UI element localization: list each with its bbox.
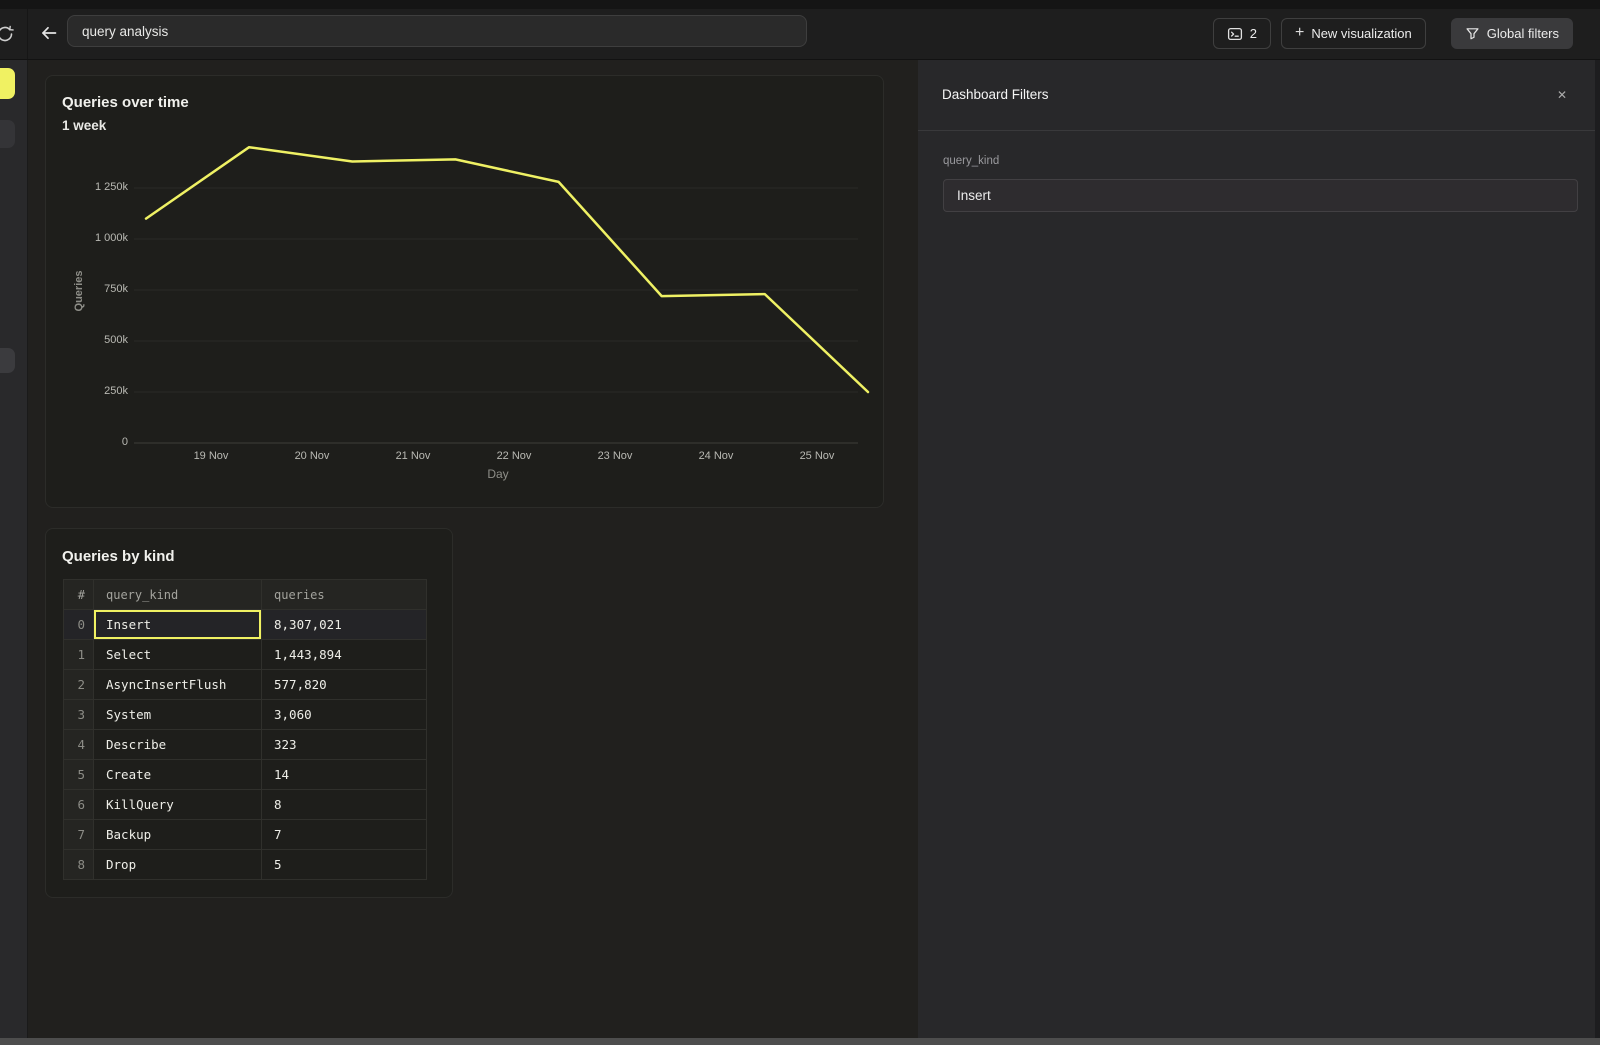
close-icon[interactable]: ✕ [1553,86,1571,104]
chart-gridlines [134,188,858,443]
table-row: 3System3,060 [64,700,427,730]
query-kind-filter-input[interactable] [943,179,1578,212]
row-index-cell: 4 [64,730,94,760]
queries-over-time-card: Queries over time 1 week 1 250k1 000k750… [45,75,884,508]
x-tick-label: 22 Nov [484,450,544,462]
table-row: 8Drop5 [64,850,427,880]
column-header-index: # [64,580,94,610]
queries-count-cell[interactable]: 14 [262,760,427,790]
topbar-actions: 2 + New visualization Global filters [1213,18,1573,49]
new-visualization-label: New visualization [1311,26,1411,41]
console-icon [1227,26,1243,42]
queries-count-cell[interactable]: 1,443,894 [262,640,427,670]
queries-over-time-chart [46,76,883,507]
dashboard-title-input[interactable] [67,15,807,47]
row-index-cell: 0 [64,610,94,640]
sidebar-item[interactable] [0,120,15,148]
table-row: 5Create14 [64,760,427,790]
row-index-cell: 5 [64,760,94,790]
global-filters-button[interactable]: Global filters [1451,18,1573,49]
x-axis-title: Day [468,467,528,481]
new-visualization-button[interactable]: + New visualization [1281,18,1426,49]
queries-count-cell[interactable]: 577,820 [262,670,427,700]
x-tick-label: 24 Nov [686,450,746,462]
row-index-cell: 2 [64,670,94,700]
left-sidebar [0,60,28,1038]
query-kind-cell[interactable]: Drop [94,850,262,880]
window-top-edge [0,0,1600,9]
top-bar: 2 + New visualization Global filters [0,9,1600,60]
y-tick-label: 0 [58,436,128,448]
dashboard-canvas: Queries over time 1 week 1 250k1 000k750… [28,60,918,1038]
filter-field-label: query_kind [943,155,999,167]
queries-count-cell[interactable]: 8 [262,790,427,820]
table-title: Queries by kind [62,548,175,565]
y-tick-label: 750k [58,283,128,295]
query-kind-cell[interactable]: System [94,700,262,730]
row-index-cell: 1 [64,640,94,670]
query-kind-cell[interactable]: Select [94,640,262,670]
y-tick-label: 500k [58,334,128,346]
window-right-edge [1595,60,1600,1038]
y-tick-label: 1 000k [58,232,128,244]
console-count-label: 2 [1250,26,1257,41]
dashboard-filters-panel: Dashboard Filters ✕ query_kind [918,60,1595,1038]
queries-count-cell[interactable]: 3,060 [262,700,427,730]
table-row: 4Describe323 [64,730,427,760]
query-kind-cell[interactable]: AsyncInsertFlush [94,670,262,700]
queries-count-cell[interactable]: 8,307,021 [262,610,427,640]
column-header-queries: queries [262,580,427,610]
filter-funnel-icon [1465,26,1480,41]
queries-count-cell[interactable]: 7 [262,820,427,850]
back-arrow-icon[interactable] [38,22,60,44]
query-kind-cell[interactable]: Describe [94,730,262,760]
table-row: 1Select1,443,894 [64,640,427,670]
sidebar-item-selected[interactable] [0,68,15,99]
table-row: 2AsyncInsertFlush577,820 [64,670,427,700]
table-row: 6KillQuery8 [64,790,427,820]
y-tick-label: 250k [58,385,128,397]
column-header-query-kind: query_kind [94,580,262,610]
topbar-sidebar-divider [27,9,28,59]
refresh-icon[interactable] [0,23,16,45]
queries-count-cell[interactable]: 5 [262,850,427,880]
filters-panel-title: Dashboard Filters [942,87,1049,102]
plus-icon: + [1295,25,1304,41]
panel-divider [918,130,1595,131]
queries-by-kind-table: # query_kind queries 0Insert8,307,0211Se… [63,579,427,880]
series-line [146,147,868,392]
query-kind-cell[interactable]: Create [94,760,262,790]
row-index-cell: 3 [64,700,94,730]
table-header-row: # query_kind queries [64,580,427,610]
x-tick-label: 19 Nov [181,450,241,462]
table-row: 7Backup7 [64,820,427,850]
window-bottom-edge [0,1038,1600,1045]
row-index-cell: 7 [64,820,94,850]
y-axis-title: Queries [73,271,85,312]
queries-count-cell[interactable]: 323 [262,730,427,760]
x-tick-label: 23 Nov [585,450,645,462]
table-row: 0Insert8,307,021 [64,610,427,640]
global-filters-label: Global filters [1487,26,1559,41]
query-kind-cell[interactable]: Backup [94,820,262,850]
sql-console-count-button[interactable]: 2 [1213,18,1271,49]
sidebar-item[interactable] [0,348,15,373]
y-tick-label: 1 250k [58,181,128,193]
row-index-cell: 6 [64,790,94,820]
query-kind-cell[interactable]: KillQuery [94,790,262,820]
queries-by-kind-card: Queries by kind # query_kind queries 0In… [45,528,453,898]
row-index-cell: 8 [64,850,94,880]
x-tick-label: 25 Nov [787,450,847,462]
query-kind-cell[interactable]: Insert [94,610,262,640]
x-tick-label: 21 Nov [383,450,443,462]
x-tick-label: 20 Nov [282,450,342,462]
